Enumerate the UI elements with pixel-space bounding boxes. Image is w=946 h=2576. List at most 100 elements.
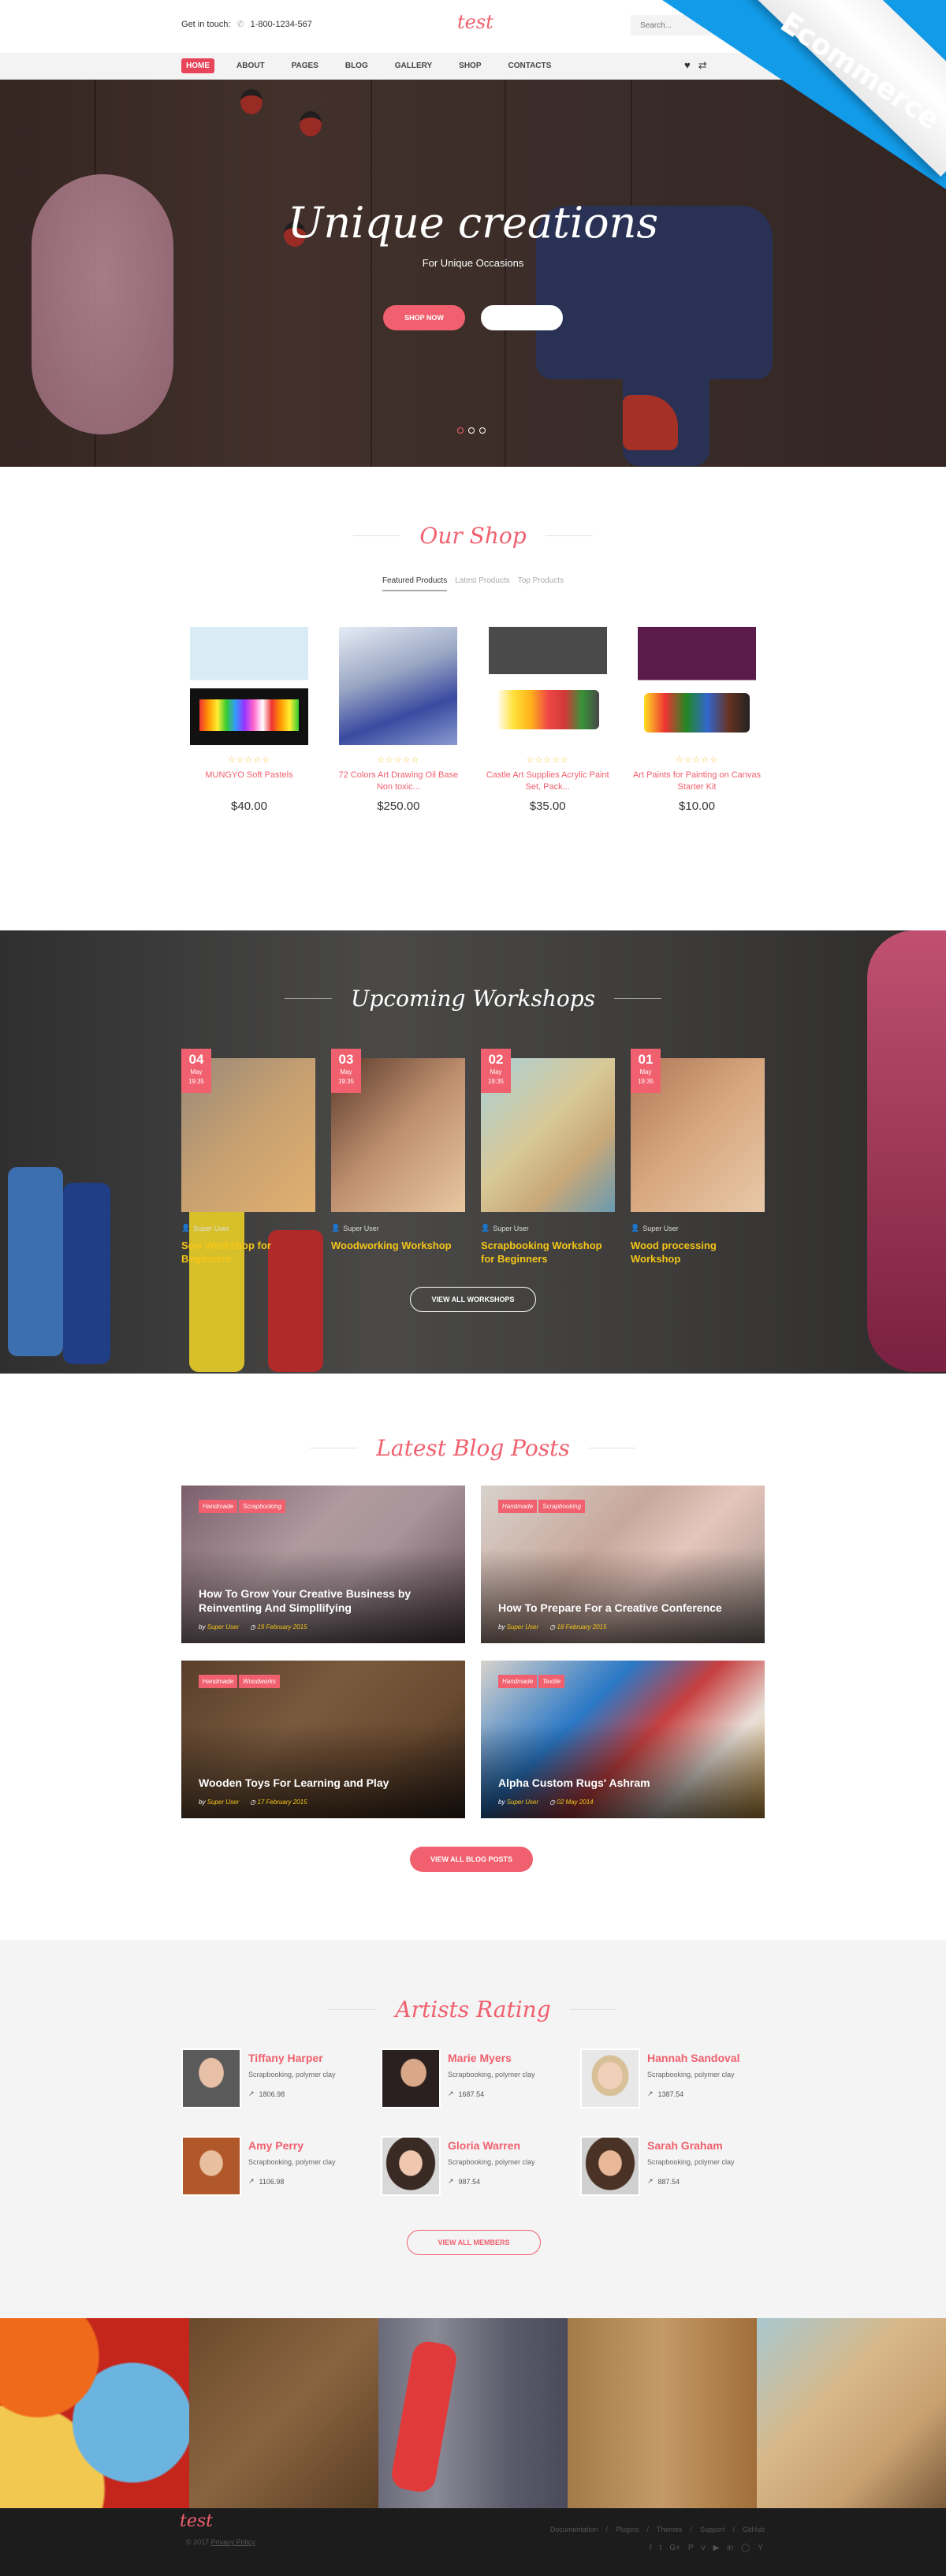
- gallery-image-scrapbook[interactable]: [757, 2318, 946, 2508]
- footer-link-themes[interactable]: Themes: [657, 2526, 683, 2533]
- product-card[interactable]: ☆☆☆☆☆ Castle Art Supplies Acrylic Paint …: [480, 627, 616, 813]
- artist-avatar[interactable]: [381, 2136, 441, 2196]
- artist-name[interactable]: Tiffany Harper: [248, 2052, 336, 2064]
- footer-link-github[interactable]: GitHub: [743, 2526, 765, 2533]
- artist-card[interactable]: Amy Perry Scrapbooking, polymer clay ↗ 11…: [181, 2136, 381, 2196]
- view-all-blog-posts-button[interactable]: VIEW ALL BLOG POSTS: [410, 1847, 533, 1872]
- product-image[interactable]: [339, 627, 458, 745]
- tab-latest-products[interactable]: Latest Products: [455, 576, 509, 591]
- footer-link-documentation[interactable]: Documentation: [550, 2526, 598, 2533]
- post-tag[interactable]: Textile: [538, 1675, 564, 1688]
- post-title[interactable]: Alpha Custom Rugs' Ashram: [498, 1776, 749, 1790]
- workshop-title[interactable]: Scrapbooking Workshop for Beginners: [481, 1239, 615, 1266]
- gallery-image-yarn[interactable]: [0, 2318, 189, 2508]
- view-blog-button[interactable]: VIEW BLOG: [481, 305, 563, 330]
- privacy-policy-link[interactable]: Privacy Policy: [211, 2538, 255, 2546]
- artist-avatar[interactable]: [181, 2136, 241, 2196]
- post-title[interactable]: How To Prepare For a Creative Conference: [498, 1601, 749, 1615]
- nav-item-home[interactable]: HOME: [181, 58, 214, 73]
- linkedin-icon[interactable]: in: [727, 2544, 733, 2552]
- artist-avatar[interactable]: [181, 2048, 241, 2108]
- footer-link-plugins[interactable]: Plugins: [616, 2526, 639, 2533]
- tab-top-products[interactable]: Top Products: [518, 576, 564, 591]
- view-all-members-button[interactable]: VIEW ALL MEMBERS: [407, 2230, 541, 2255]
- vimeo-icon[interactable]: v: [702, 2544, 706, 2552]
- github-icon[interactable]: ◯: [741, 2544, 750, 2552]
- post-title[interactable]: Wooden Toys For Learning and Play: [199, 1776, 449, 1790]
- artist-name[interactable]: Hannah Sandoval: [647, 2052, 739, 2064]
- facebook-icon[interactable]: f: [650, 2544, 652, 2552]
- post-author[interactable]: Super User: [207, 1799, 239, 1806]
- product-name[interactable]: MUNGYO Soft Pastels: [181, 770, 317, 793]
- nav-item-blog[interactable]: BLOG: [341, 58, 373, 73]
- product-image[interactable]: [637, 627, 756, 745]
- artist-avatar[interactable]: [580, 2136, 640, 2196]
- footer-link-support[interactable]: Support: [700, 2526, 725, 2533]
- artist-name[interactable]: Sarah Graham: [647, 2139, 735, 2152]
- product-card[interactable]: ☆☆☆☆☆ Art Paints for Painting on Canvas …: [629, 627, 765, 813]
- post-author[interactable]: Super User: [207, 1624, 239, 1631]
- phone-number[interactable]: 1-800-1234-567: [251, 20, 312, 29]
- workshop-card[interactable]: 04 May 19:35 👤 Super User Sew Workshop fo…: [181, 1049, 315, 1266]
- google-plus-icon[interactable]: G+: [669, 2544, 680, 2552]
- tab-featured-products[interactable]: Featured Products: [382, 576, 448, 591]
- blog-post-card[interactable]: Handmade Woodworks Wooden Toys For Learn…: [181, 1661, 465, 1818]
- product-card[interactable]: ☆☆☆☆☆ 72 Colors Art Drawing Oil Base Non…: [330, 627, 466, 813]
- post-tag[interactable]: Handmade: [199, 1675, 238, 1688]
- workshop-title[interactable]: Sew Workshop for Beginners: [181, 1239, 315, 1266]
- hacker-news-icon[interactable]: Y: [758, 2544, 763, 2552]
- product-name[interactable]: Castle Art Supplies Acrylic Paint Set, P…: [480, 770, 616, 793]
- nav-item-shop[interactable]: SHOP: [454, 58, 486, 73]
- artist-card[interactable]: Hannah Sandoval Scrapbooking, polymer cl…: [580, 2048, 780, 2108]
- artist-avatar[interactable]: [381, 2048, 441, 2108]
- twitter-icon[interactable]: t: [660, 2544, 662, 2552]
- post-tag[interactable]: Handmade: [199, 1500, 238, 1513]
- post-title[interactable]: How To Grow Your Creative Business by Re…: [199, 1586, 449, 1615]
- product-name[interactable]: 72 Colors Art Drawing Oil Base Non toxic…: [330, 770, 466, 793]
- gallery-image-red-thread[interactable]: [378, 2318, 568, 2508]
- artist-avatar[interactable]: [580, 2048, 640, 2108]
- workshop-card[interactable]: 02 May 19:35 👤 Super User Scrapbooking Wo…: [481, 1049, 615, 1266]
- post-tag[interactable]: Scrapbooking: [538, 1500, 586, 1513]
- post-tag[interactable]: Scrapbooking: [239, 1500, 286, 1513]
- site-logo[interactable]: test: [457, 11, 493, 33]
- artist-card[interactable]: Tiffany Harper Scrapbooking, polymer cla…: [181, 2048, 381, 2108]
- product-name[interactable]: Art Paints for Painting on Canvas Starte…: [629, 770, 765, 793]
- workshop-title[interactable]: Woodworking Workshop: [331, 1239, 465, 1252]
- pinterest-icon[interactable]: P: [688, 2544, 694, 2552]
- nav-item-contacts[interactable]: CONTACTS: [504, 58, 557, 73]
- clock-icon: ◷: [250, 1624, 256, 1631]
- nav-item-pages[interactable]: PAGES: [287, 58, 323, 73]
- post-tag[interactable]: Handmade: [498, 1500, 538, 1513]
- youtube-icon[interactable]: ▶: [713, 2544, 720, 2552]
- post-tag[interactable]: Handmade: [498, 1675, 538, 1688]
- workshop-title[interactable]: Wood processing Workshop: [631, 1239, 765, 1266]
- view-all-workshops-button[interactable]: VIEW ALL WORKSHOPS: [410, 1287, 536, 1312]
- artist-name[interactable]: Marie Myers: [448, 2052, 535, 2064]
- blog-post-card[interactable]: Handmade Scrapbooking How To Prepare For…: [481, 1486, 765, 1643]
- post-author[interactable]: Super User: [507, 1624, 538, 1631]
- post-tag[interactable]: Woodworks: [239, 1675, 280, 1688]
- blog-post-card[interactable]: Handmade Scrapbooking How To Grow Your C…: [181, 1486, 465, 1643]
- artist-card[interactable]: Sarah Graham Scrapbooking, polymer clay …: [580, 2136, 780, 2196]
- nav-item-gallery[interactable]: GALLERY: [390, 58, 437, 73]
- footer-logo[interactable]: test: [180, 2511, 213, 2531]
- gallery-image-wooden-toys[interactable]: [189, 2318, 378, 2508]
- nav-item-about[interactable]: ABOUT: [232, 58, 270, 73]
- artist-name[interactable]: Gloria Warren: [448, 2139, 535, 2152]
- product-image[interactable]: [488, 627, 607, 745]
- product-card[interactable]: ☆☆☆☆☆ MUNGYO Soft Pastels $40.00: [181, 627, 317, 813]
- shop-now-button[interactable]: SHOP NOW: [383, 305, 465, 330]
- product-image[interactable]: [190, 627, 308, 745]
- artist-card[interactable]: Marie Myers Scrapbooking, polymer clay ↗…: [381, 2048, 580, 2108]
- gallery-image-woodworker[interactable]: [568, 2318, 757, 2508]
- artist-name[interactable]: Amy Perry: [248, 2139, 336, 2152]
- slider-dot-2[interactable]: [468, 427, 475, 434]
- slider-dot-3[interactable]: [479, 427, 486, 434]
- post-author[interactable]: Super User: [507, 1799, 538, 1806]
- slider-dot-1[interactable]: [457, 427, 464, 434]
- workshop-card[interactable]: 01 May 19:35 👤 Super User Wood processing…: [631, 1049, 765, 1266]
- blog-post-card[interactable]: Handmade Textile Alpha Custom Rugs' Ashr…: [481, 1661, 765, 1818]
- artist-card[interactable]: Gloria Warren Scrapbooking, polymer clay…: [381, 2136, 580, 2196]
- workshop-card[interactable]: 03 May 19:35 👤 Super User Woodworking Wor…: [331, 1049, 465, 1266]
